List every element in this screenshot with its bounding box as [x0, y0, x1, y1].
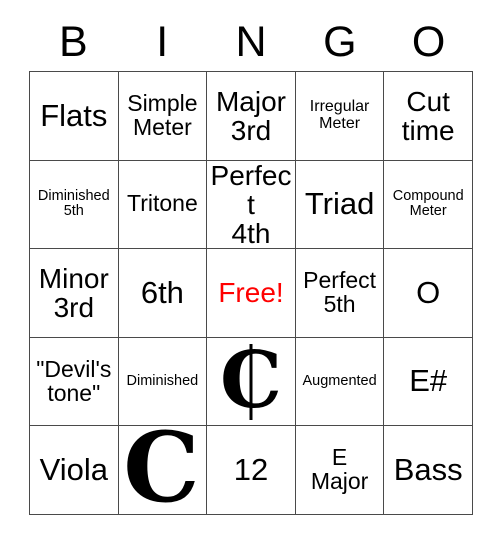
bingo-cell[interactable]: Irregular Meter	[295, 72, 385, 161]
bingo-card: B I N G O Flats Simple Meter Major 3rd I…	[0, 0, 500, 544]
bingo-cell[interactable]: Tritone	[118, 160, 208, 250]
bingo-cell-label: "Devil's tone"	[36, 355, 112, 406]
bingo-cell[interactable]: Diminished	[118, 337, 208, 427]
bingo-cell-label: Simple Meter	[127, 89, 198, 140]
bingo-grid: Flats Simple Meter Major 3rd Irregular M…	[29, 71, 473, 515]
bingo-cell-label: Viola	[39, 452, 108, 488]
bingo-cell[interactable]: Cut time	[384, 72, 473, 161]
common-time-glyph: C	[123, 426, 200, 515]
bingo-cell-label: Cut time	[401, 85, 455, 146]
bingo-cell[interactable]: Major 3rd	[207, 72, 296, 161]
bingo-cell-label: Diminished	[126, 373, 199, 390]
bingo-header: B I N G O	[29, 14, 473, 70]
bingo-cell[interactable]: Simple Meter	[118, 72, 208, 161]
header-letter-n: N	[235, 17, 267, 66]
bingo-cell-label: E#	[409, 363, 448, 399]
bingo-cell-label: Major 3rd	[215, 85, 286, 146]
bingo-cell[interactable]: "Devil's tone"	[30, 337, 119, 427]
bingo-cell-label: Minor 3rd	[38, 262, 109, 323]
bingo-cell[interactable]: Viola	[30, 426, 119, 515]
bingo-cell-label: Irregular Meter	[309, 98, 370, 132]
common-time-icon: C	[121, 426, 205, 515]
bingo-cell[interactable]: Perfect 5th	[295, 249, 385, 338]
bingo-cell[interactable]: E Major	[295, 426, 385, 515]
bingo-cell[interactable]: Bass	[384, 426, 473, 515]
bingo-cell[interactable]: Flats	[30, 72, 119, 161]
bingo-cell[interactable]: Minor 3rd	[30, 249, 119, 338]
bingo-cell-label: Perfect 5th	[303, 267, 377, 317]
bingo-cell-label: Bass	[393, 452, 463, 488]
bingo-free-space[interactable]: Free!	[207, 249, 296, 338]
cut-time-icon: C	[209, 339, 293, 425]
header-letter-g: G	[323, 17, 357, 66]
bingo-cell-label: 12	[233, 452, 269, 488]
header-letter-b: B	[59, 17, 88, 66]
bingo-cell[interactable]: C	[118, 426, 208, 515]
bingo-cell[interactable]: Augmented	[295, 337, 385, 427]
bingo-cell[interactable]: Diminished 5th	[30, 160, 119, 250]
bingo-cell[interactable]: 12	[207, 426, 296, 515]
bingo-cell-label: Flats	[40, 97, 108, 133]
header-letter-o: O	[411, 17, 446, 66]
bingo-cell-label: 6th	[140, 274, 184, 310]
bingo-free-label: Free!	[218, 277, 284, 309]
cut-time-slash	[249, 343, 253, 421]
bingo-cell[interactable]: 6th	[118, 249, 208, 338]
bingo-cell-label: Tritone	[127, 190, 198, 217]
bingo-cell[interactable]: Triad	[295, 160, 385, 250]
bingo-cell-label: Compound Meter	[392, 188, 464, 220]
bingo-cell[interactable]: O	[384, 249, 473, 338]
bingo-cell-label: O	[416, 274, 441, 310]
bingo-cell[interactable]: C	[207, 337, 296, 427]
bingo-cell-label: Diminished 5th	[37, 188, 110, 220]
bingo-cell-label: Triad	[304, 186, 375, 222]
bingo-cell[interactable]: E#	[384, 337, 473, 427]
bingo-cell[interactable]: Compound Meter	[384, 160, 473, 250]
header-letter-i: I	[156, 17, 169, 66]
bingo-cell-label: E Major	[310, 444, 369, 495]
bingo-cell[interactable]: Perfect 4th	[207, 160, 296, 250]
bingo-cell-label: Augmented	[302, 373, 377, 390]
bingo-cell-label: Perfect 4th	[210, 160, 292, 249]
